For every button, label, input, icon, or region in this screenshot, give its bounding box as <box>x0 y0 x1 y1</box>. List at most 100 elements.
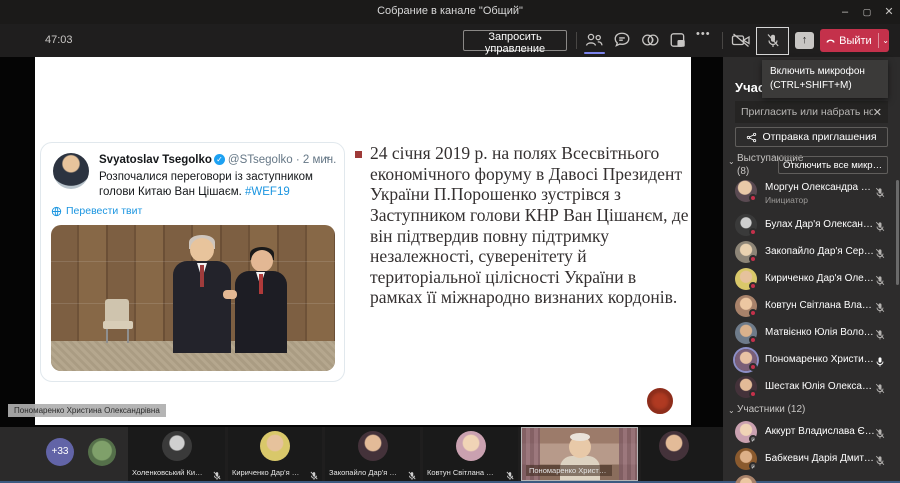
send-invite-button[interactable]: Отправка приглашения <box>735 127 888 147</box>
busy-status-dot <box>749 194 757 202</box>
maximize-button[interactable]: ▢ <box>856 0 878 24</box>
photo-handshake <box>223 290 237 299</box>
request-control-button[interactable]: Запросить управление <box>463 30 567 55</box>
participant-row[interactable]: Шестак Юлія Олександрівна <box>723 374 900 401</box>
video-tile-active[interactable]: Пономаренко Христина ... <box>521 427 638 481</box>
video-tile[interactable]: Кириченко Дар'я Ол... <box>228 427 322 481</box>
mic-off-icon[interactable] <box>874 220 886 232</box>
video-tile[interactable]: Холенковський Кири... <box>128 427 225 481</box>
participant-role: Инициатор <box>765 195 808 205</box>
participant-row-partial[interactable] <box>723 473 900 483</box>
filmstrip-overflow-area: +33 <box>0 427 128 481</box>
mic-off-icon[interactable] <box>874 301 886 313</box>
participant-row[interactable]: Ковтун Світлана Владиленівна <box>723 293 900 320</box>
participants-icon[interactable] <box>584 31 604 49</box>
participants-active-underline <box>584 52 605 54</box>
mic-off-icon[interactable] <box>874 382 886 394</box>
more-actions-icon[interactable]: ••• <box>696 28 716 46</box>
breakout-rooms-icon[interactable] <box>668 31 688 49</box>
check-status-badge: ✓ <box>749 462 757 471</box>
mic-off-icon[interactable] <box>874 186 886 198</box>
attendees-collapse-chevron-icon[interactable]: ⌄ <box>728 406 735 415</box>
participant-row[interactable]: ✓ Бабкевич Дарія Дмитрівна <box>723 446 900 473</box>
busy-status-dot <box>749 255 757 263</box>
photo-chair <box>103 299 133 343</box>
speakers-list: Моргун Олександра Олекса... Инициатор Бу… <box>723 178 900 483</box>
participant-row[interactable]: Матвієнко Юлія Володимирі... <box>723 320 900 347</box>
invite-input[interactable]: Пригласить или набрать номер ✕ <box>735 101 888 123</box>
reactions-icon[interactable] <box>640 31 660 49</box>
meeting-toolbar: 47:03 Запросить управление ••• ↑ Выйти ⌄ <box>0 24 900 57</box>
close-button[interactable]: ✕ <box>878 0 900 24</box>
leave-button-label: Выйти <box>839 34 872 47</box>
leave-options-chevron-icon[interactable]: ⌄ <box>882 36 889 45</box>
bullet-marker <box>355 151 362 158</box>
clear-input-icon[interactable]: ✕ <box>873 106 882 119</box>
hidden-participants-badge[interactable]: +33 <box>46 438 74 466</box>
check-status-badge: ✓ <box>749 435 757 444</box>
participants-panel: Участники ··· ✕ Пригласить или набрать н… <box>723 57 900 483</box>
share-icon <box>747 132 757 142</box>
attendees-section-header[interactable]: ⌄ Участники (12) <box>723 401 900 419</box>
minimize-button[interactable]: – <box>834 0 856 24</box>
invite-input-placeholder: Пригласить или набрать номер <box>741 106 873 118</box>
screen-share-stage: Svyatoslav Tsegolko ✓ @STsegolko · 2 мин. … <box>0 57 723 427</box>
chat-icon[interactable] <box>612 31 632 49</box>
share-screen-icon[interactable]: ↑ <box>795 32 814 49</box>
busy-status-dot <box>749 282 757 290</box>
tile-name: Пономаренко Христина ... <box>526 465 613 476</box>
busy-status-dot <box>749 309 757 317</box>
hangup-icon <box>826 39 835 43</box>
tile-name: Холенковський Кири... <box>132 468 205 477</box>
busy-status-dot <box>749 228 757 236</box>
tweet-hashtag: #WEF19 <box>245 185 290 198</box>
participant-row-speaking[interactable]: Пономаренко Христина Ол... <box>723 347 900 374</box>
tweet-handle: @STsegolko · 2 мин. <box>227 154 337 166</box>
title-bar: Собрание в канале "Общий" – ▢ ✕ <box>0 0 900 24</box>
participant-row[interactable]: Булах Дар'я Олександрівна <box>723 212 900 239</box>
mic-off-icon[interactable] <box>874 328 886 340</box>
mic-off-icon <box>505 468 515 480</box>
mic-off-icon <box>212 468 222 480</box>
participant-row[interactable]: ✓ Аккурт Владислава Євгенівна <box>723 419 900 446</box>
verified-badge-icon: ✓ <box>213 154 225 165</box>
tweet-menu-chevron-icon: ⌄ <box>323 151 332 162</box>
tile-name: Закопайло Дар'я Сер... <box>329 468 400 477</box>
tile-avatar <box>455 431 486 461</box>
attendees-section-label: Участники (12) <box>737 404 806 415</box>
tile-avatar <box>357 431 388 461</box>
tweet-card: Svyatoslav Tsegolko ✓ @STsegolko · 2 мин. … <box>40 142 345 382</box>
presenter-name-overlay: Пономаренко Христина Олександрівна <box>8 404 166 417</box>
mic-tooltip: Включить микрофон (CTRL+SHIFT+M) <box>762 60 888 98</box>
mic-on-icon[interactable] <box>874 355 886 367</box>
sidebar-scrollbar[interactable] <box>896 180 899 285</box>
mic-toggle-button[interactable] <box>756 27 789 55</box>
filmstrip-avatar[interactable] <box>88 438 116 466</box>
participant-row[interactable]: Кириченко Дар'я Олександр... <box>723 266 900 293</box>
mic-off-icon[interactable] <box>874 427 886 439</box>
speakers-collapse-chevron-icon[interactable]: ⌄ <box>728 157 735 166</box>
leave-button[interactable]: Выйти ⌄ <box>820 29 889 52</box>
shared-slide: Svyatoslav Tsegolko ✓ @STsegolko · 2 мин. … <box>35 57 691 425</box>
mic-off-icon[interactable] <box>874 247 886 259</box>
slide-bullet-paragraph: 24 січня 2019 р. на полях Всесвітнього е… <box>355 143 691 308</box>
busy-status-dot <box>749 390 757 398</box>
tile-name: Ковтун Світлана Влад... <box>427 468 498 477</box>
avatar <box>735 475 757 483</box>
mute-all-button[interactable]: Отключить все микрофо... <box>778 156 888 174</box>
busy-status-dot <box>749 363 757 371</box>
mic-off-icon[interactable] <box>874 274 886 286</box>
participant-filmstrip: +33 Холенковський Кири... Кириченко Дар'… <box>0 427 723 481</box>
participant-row[interactable]: Моргун Олександра Олекса... Инициатор <box>723 178 900 212</box>
video-tile[interactable]: Закопайло Дар'я Сер... <box>325 427 420 481</box>
camera-off-icon[interactable] <box>731 31 751 49</box>
translate-tweet-link: Перевести твит <box>51 205 142 217</box>
teams-meeting-window: Собрание в канале "Общий" – ▢ ✕ 47:03 За… <box>0 0 900 483</box>
mic-off-icon[interactable] <box>874 454 886 466</box>
participant-row[interactable]: Закопайло Дар'я Сергіївна <box>723 239 900 266</box>
busy-status-dot <box>749 336 757 344</box>
video-tile[interactable]: Ковтун Світлана Влад... <box>423 427 518 481</box>
video-tile[interactable] <box>641 427 723 481</box>
window-title: Собрание в канале "Общий" <box>377 5 523 17</box>
tweet-photo <box>51 225 335 371</box>
